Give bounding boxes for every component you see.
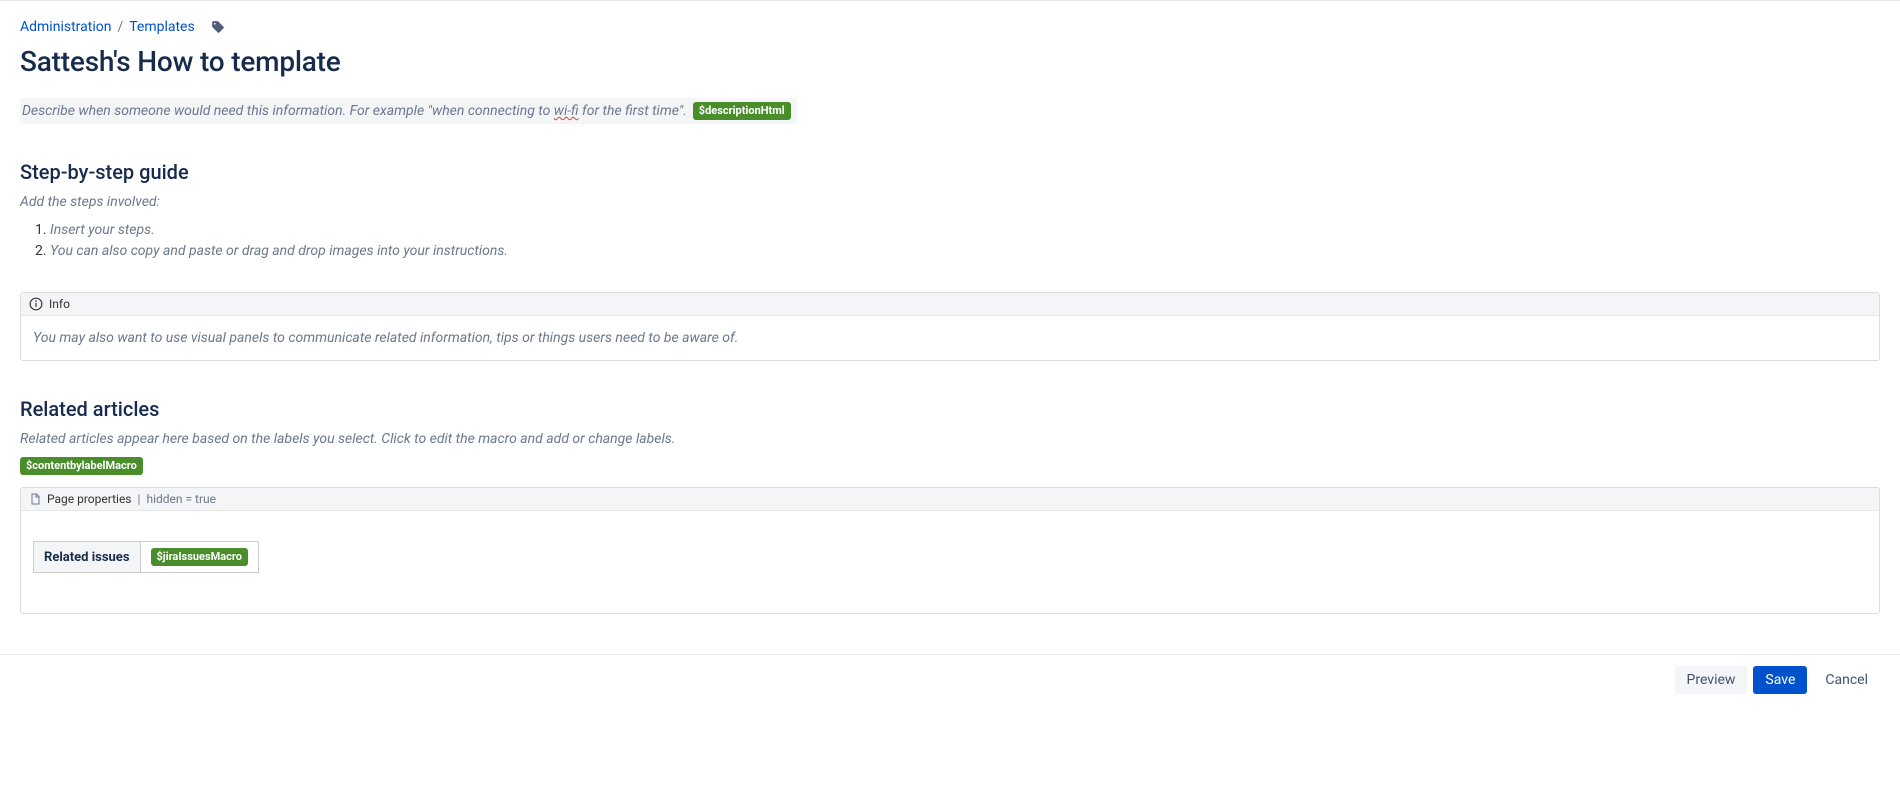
info-icon	[29, 297, 43, 311]
info-panel-label: Info	[49, 297, 70, 311]
editor-content-area[interactable]: Administration / Templates Sattesh's How…	[0, 1, 1900, 654]
related-issues-value-cell[interactable]: $jiraIssuesMacro	[140, 542, 258, 573]
breadcrumb-separator: /	[117, 19, 123, 35]
step-guide-intro[interactable]: Add the steps involved:	[20, 194, 1880, 210]
breadcrumb-templates[interactable]: Templates	[129, 19, 195, 35]
step-item[interactable]: You can also copy and paste or drag and …	[50, 241, 1880, 262]
breadcrumb: Administration / Templates	[20, 19, 1880, 35]
page-properties-params: hidden = true	[146, 492, 216, 506]
description-macro-chip[interactable]: $descriptionHtml	[693, 102, 791, 120]
page-title[interactable]: Sattesh's How to template	[20, 45, 1880, 78]
info-panel[interactable]: Info You may also want to use visual pan…	[20, 292, 1880, 361]
save-button[interactable]: Save	[1753, 666, 1807, 694]
preview-button[interactable]: Preview	[1675, 666, 1748, 694]
page-properties-label: Page properties	[47, 492, 132, 506]
table-row: Related issues $jiraIssuesMacro	[34, 542, 259, 573]
jira-issues-macro-chip[interactable]: $jiraIssuesMacro	[151, 548, 248, 566]
related-issues-table[interactable]: Related issues $jiraIssuesMacro	[33, 541, 259, 573]
contentbylabel-macro-chip[interactable]: $contentbylabelMacro	[20, 457, 143, 475]
description-row[interactable]: Describe when someone would need this in…	[20, 98, 1880, 124]
page-properties-header: Page properties | hidden = true	[21, 488, 1879, 511]
related-issues-header-cell[interactable]: Related issues	[34, 542, 141, 573]
step-list[interactable]: Insert your steps. You can also copy and…	[50, 220, 1880, 262]
tag-icon[interactable]	[211, 20, 225, 34]
related-articles-heading[interactable]: Related articles	[20, 397, 1880, 421]
description-placeholder: Describe when someone would need this in…	[22, 103, 687, 119]
info-panel-header: Info	[21, 293, 1879, 316]
breadcrumb-administration[interactable]: Administration	[20, 19, 111, 35]
page-properties-icon	[29, 493, 41, 505]
footer-action-bar: Preview Save Cancel	[0, 655, 1900, 704]
cancel-button[interactable]: Cancel	[1813, 666, 1880, 694]
page-properties-divider: |	[138, 492, 141, 506]
info-panel-body[interactable]: You may also want to use visual panels t…	[21, 316, 1879, 360]
page-properties-panel[interactable]: Page properties | hidden = true Related …	[20, 487, 1880, 614]
editor-page: Administration / Templates Sattesh's How…	[0, 0, 1900, 655]
related-articles-intro[interactable]: Related articles appear here based on th…	[20, 431, 1880, 447]
step-guide-heading[interactable]: Step-by-step guide	[20, 160, 1880, 184]
page-properties-body[interactable]: Related issues $jiraIssuesMacro	[21, 511, 1879, 613]
step-item[interactable]: Insert your steps.	[50, 220, 1880, 241]
